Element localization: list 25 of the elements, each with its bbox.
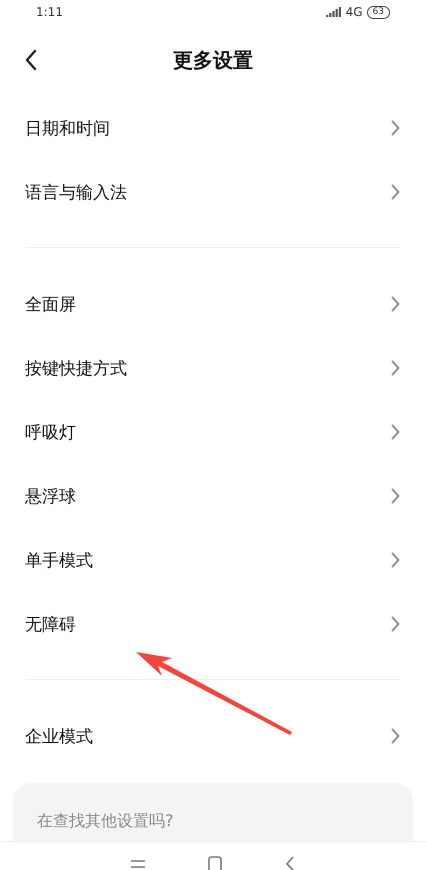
settings-item[interactable]: 按键快捷方式 — [0, 336, 426, 400]
chevron-icon — [391, 184, 400, 200]
chevron-icon — [391, 728, 400, 744]
chevron-icon — [391, 424, 400, 440]
back-icon[interactable] — [24, 49, 38, 71]
home-icon[interactable] — [206, 856, 223, 870]
settings-item[interactable]: 呼吸灯 — [0, 400, 426, 464]
chevron-icon — [391, 296, 400, 312]
settings-item[interactable]: 悬浮球 — [0, 464, 426, 528]
status-time: 1:11 — [36, 5, 63, 19]
settings-item[interactable]: 无障碍 — [0, 592, 426, 656]
page-title: 更多设置 — [173, 46, 253, 74]
settings-item[interactable]: 日期和时间 — [0, 96, 426, 160]
chevron-icon — [391, 552, 400, 568]
settings-item[interactable]: 单手模式 — [0, 528, 426, 592]
chevron-icon — [391, 120, 400, 136]
settings-item[interactable]: 全面屏 — [0, 272, 426, 336]
signal-icon — [326, 6, 342, 18]
chevron-icon — [391, 360, 400, 376]
settings-item[interactable]: 语言与输入法 — [0, 160, 426, 224]
settings-item[interactable]: 企业模式 — [0, 704, 426, 768]
network-label: 4G — [346, 5, 363, 19]
battery-indicator: 63 — [366, 6, 390, 18]
chevron-icon — [391, 616, 400, 632]
chevron-icon — [391, 488, 400, 504]
